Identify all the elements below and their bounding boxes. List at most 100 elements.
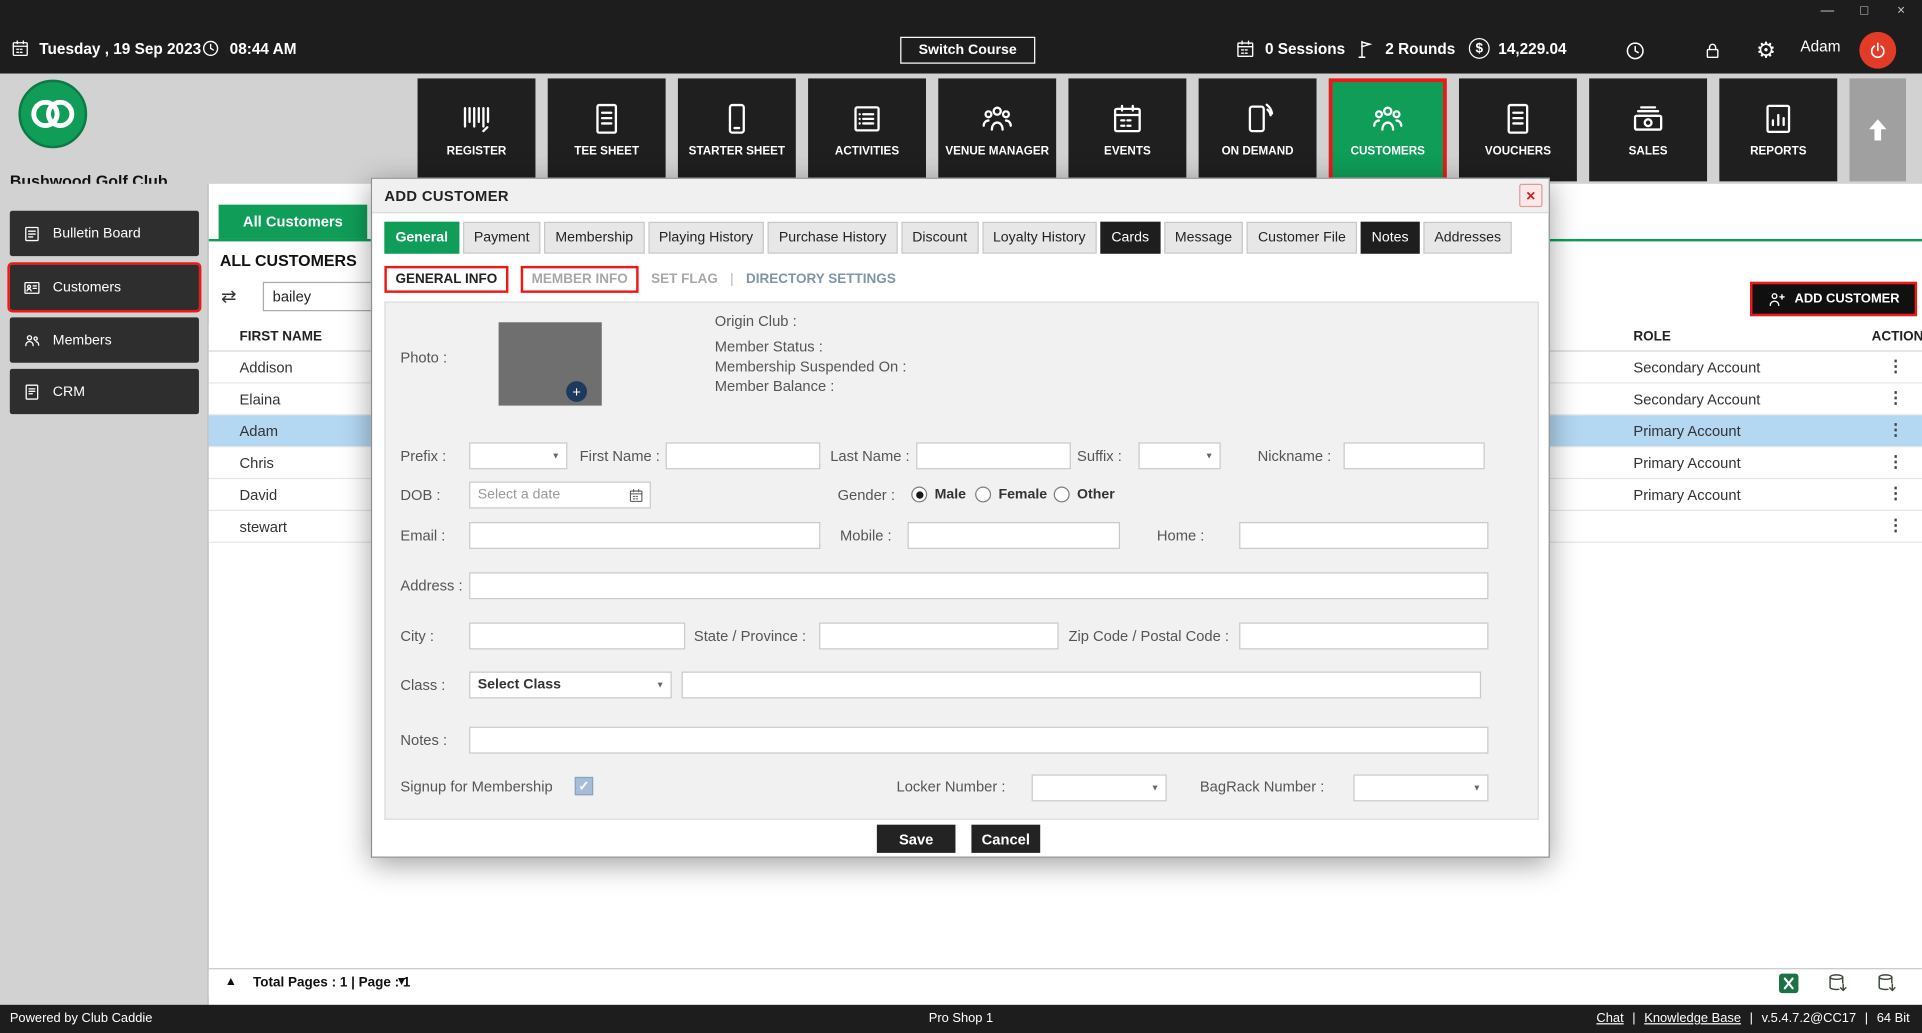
- email-field[interactable]: [469, 522, 820, 549]
- tab-playing-history[interactable]: Playing History: [648, 222, 764, 254]
- dob-field[interactable]: Select a date: [469, 482, 651, 509]
- sidebar-item-crm[interactable]: CRM: [10, 369, 199, 414]
- rounds-indicator[interactable]: 2 Rounds: [1355, 38, 1456, 60]
- user-menu[interactable]: Adam: [1800, 38, 1840, 55]
- subtab-directory-settings[interactable]: DIRECTORY SETTINGS: [746, 272, 896, 287]
- toolbar-on-demand-button[interactable]: ON DEMAND: [1199, 78, 1317, 181]
- state-field[interactable]: [819, 623, 1058, 650]
- cancel-button[interactable]: Cancel: [971, 825, 1040, 853]
- collapse-up-icon[interactable]: ▲: [225, 975, 237, 988]
- tab-notes[interactable]: Notes: [1361, 222, 1420, 254]
- subtab-set-flag[interactable]: SET FLAG: [651, 272, 718, 287]
- notes-field[interactable]: [469, 727, 1488, 754]
- chat-link[interactable]: Chat: [1596, 1011, 1623, 1026]
- mobile-field[interactable]: [908, 522, 1120, 549]
- date-picker-icon[interactable]: [628, 486, 645, 504]
- toolbar-register-button[interactable]: REGISTER: [418, 78, 536, 181]
- toolbar-events-button[interactable]: EVENTS: [1068, 78, 1186, 181]
- tab-general[interactable]: General: [384, 222, 459, 254]
- address-field[interactable]: [469, 572, 1488, 599]
- first-name-field[interactable]: [666, 442, 821, 469]
- add-customer-button[interactable]: ADD CUSTOMER: [1750, 282, 1917, 316]
- row-actions-icon[interactable]: ⋮: [1888, 357, 1904, 377]
- sidebar-item-members[interactable]: Members: [10, 317, 199, 362]
- toolbar-starter-sheet-button[interactable]: STARTER SHEET: [678, 78, 796, 181]
- tab-discount[interactable]: Discount: [901, 222, 978, 254]
- sessions-indicator[interactable]: 0 Sessions: [1234, 38, 1345, 60]
- suffix-select[interactable]: ▼: [1138, 442, 1220, 469]
- subtab-member-info[interactable]: MEMBER INFO: [521, 266, 639, 293]
- tab-purchase-history[interactable]: Purchase History: [768, 222, 898, 254]
- vouchers-doc-icon: [1500, 101, 1537, 138]
- module-toolbar: REGISTER TEE SHEET STARTER SHEET ACTIVIT…: [418, 74, 1906, 182]
- balance-indicator[interactable]: $ 14,229.04: [1469, 38, 1567, 59]
- toolbar-sales-button[interactable]: SALES: [1589, 78, 1707, 181]
- tab-payment[interactable]: Payment: [463, 222, 541, 254]
- modal-subtab-bar: GENERAL INFO MEMBER INFO SET FLAG | DIRE…: [384, 265, 895, 294]
- maximize-icon[interactable]: □: [1846, 0, 1883, 25]
- minimize-icon[interactable]: —: [1809, 0, 1846, 25]
- class-select[interactable]: Select Class ▼: [469, 672, 672, 699]
- tab-membership[interactable]: Membership: [544, 222, 644, 254]
- power-button[interactable]: [1859, 32, 1896, 69]
- backup-database-icon[interactable]: [1875, 972, 1898, 995]
- toolbar-collapse-button[interactable]: [1850, 78, 1906, 181]
- locker-number-select[interactable]: ▼: [1032, 774, 1167, 801]
- row-actions-icon[interactable]: ⋮: [1888, 420, 1904, 440]
- row-actions-icon[interactable]: ⋮: [1888, 516, 1904, 536]
- home-phone-field[interactable]: [1239, 522, 1488, 549]
- toolbar-tee-sheet-button[interactable]: TEE SHEET: [548, 78, 666, 181]
- class-detail-field[interactable]: [682, 672, 1481, 699]
- gender-male-radio[interactable]: [911, 486, 927, 502]
- row-actions-icon[interactable]: ⋮: [1888, 452, 1904, 472]
- tab-loyalty-history[interactable]: Loyalty History: [982, 222, 1097, 254]
- city-field[interactable]: [469, 623, 685, 650]
- bagrack-number-label: BagRack Number :: [1200, 778, 1324, 795]
- pagination-bar: ▲ Total Pages : 1 | Page : 1 ▼: [209, 968, 1922, 996]
- gear-icon[interactable]: ⚙: [1756, 38, 1776, 64]
- gender-label: Gender :: [838, 486, 895, 503]
- sidebar-item-bulletin-board[interactable]: Bulletin Board: [10, 211, 199, 256]
- cell-first-name: Elaina: [239, 391, 280, 408]
- export-excel-icon[interactable]: [1777, 972, 1800, 995]
- tab-customer-file[interactable]: Customer File: [1247, 222, 1357, 254]
- last-name-field[interactable]: [916, 442, 1071, 469]
- export-database-icon[interactable]: [1826, 972, 1849, 995]
- tab-all-customers[interactable]: All Customers: [219, 205, 368, 239]
- toolbar-label: TEE SHEET: [574, 146, 639, 159]
- refresh-swap-icon[interactable]: ⇄: [221, 286, 236, 308]
- gender-female-radio[interactable]: [975, 486, 991, 502]
- zip-field[interactable]: [1239, 623, 1488, 650]
- tab-addresses[interactable]: Addresses: [1423, 222, 1512, 254]
- save-button[interactable]: Save: [877, 825, 956, 853]
- origin-club-label: Origin Club :: [715, 312, 797, 329]
- subtab-general-info[interactable]: GENERAL INFO: [384, 266, 508, 293]
- row-actions-icon[interactable]: ⋮: [1888, 388, 1904, 408]
- page-dropdown-icon[interactable]: ▼: [395, 975, 407, 988]
- add-photo-icon[interactable]: +: [566, 381, 587, 402]
- bagrack-number-select[interactable]: ▼: [1353, 774, 1488, 801]
- prefix-select[interactable]: ▼: [469, 442, 567, 469]
- clock-tool-icon[interactable]: [1624, 39, 1647, 62]
- city-label: City :: [400, 627, 434, 644]
- signup-membership-checkbox[interactable]: ✓: [575, 777, 593, 795]
- toolbar-venue-manager-button[interactable]: VENUE MANAGER: [938, 78, 1056, 181]
- knowledge-base-link[interactable]: Knowledge Base: [1644, 1011, 1741, 1026]
- footer-separator: |: [1632, 1011, 1635, 1026]
- row-actions-icon[interactable]: ⋮: [1888, 484, 1904, 504]
- sidebar-item-customers[interactable]: Customers: [10, 265, 199, 310]
- nickname-field[interactable]: [1344, 442, 1485, 469]
- lock-icon[interactable]: [1702, 39, 1723, 62]
- toolbar-activities-button[interactable]: ACTIVITIES: [808, 78, 926, 181]
- modal-close-icon[interactable]: ×: [1519, 184, 1542, 207]
- toolbar-reports-button[interactable]: REPORTS: [1719, 78, 1837, 181]
- tab-cards[interactable]: Cards: [1100, 222, 1160, 254]
- switch-course-button[interactable]: Switch Course: [900, 37, 1035, 64]
- toolbar-customers-button[interactable]: CUSTOMERS: [1329, 78, 1447, 181]
- tab-message[interactable]: Message: [1164, 222, 1243, 254]
- close-icon[interactable]: ×: [1883, 0, 1920, 25]
- photo-upload-box[interactable]: +: [499, 322, 602, 405]
- gender-other-radio[interactable]: [1054, 486, 1070, 502]
- toolbar-vouchers-button[interactable]: VOUCHERS: [1459, 78, 1577, 181]
- toolbar-label: EVENTS: [1104, 146, 1151, 159]
